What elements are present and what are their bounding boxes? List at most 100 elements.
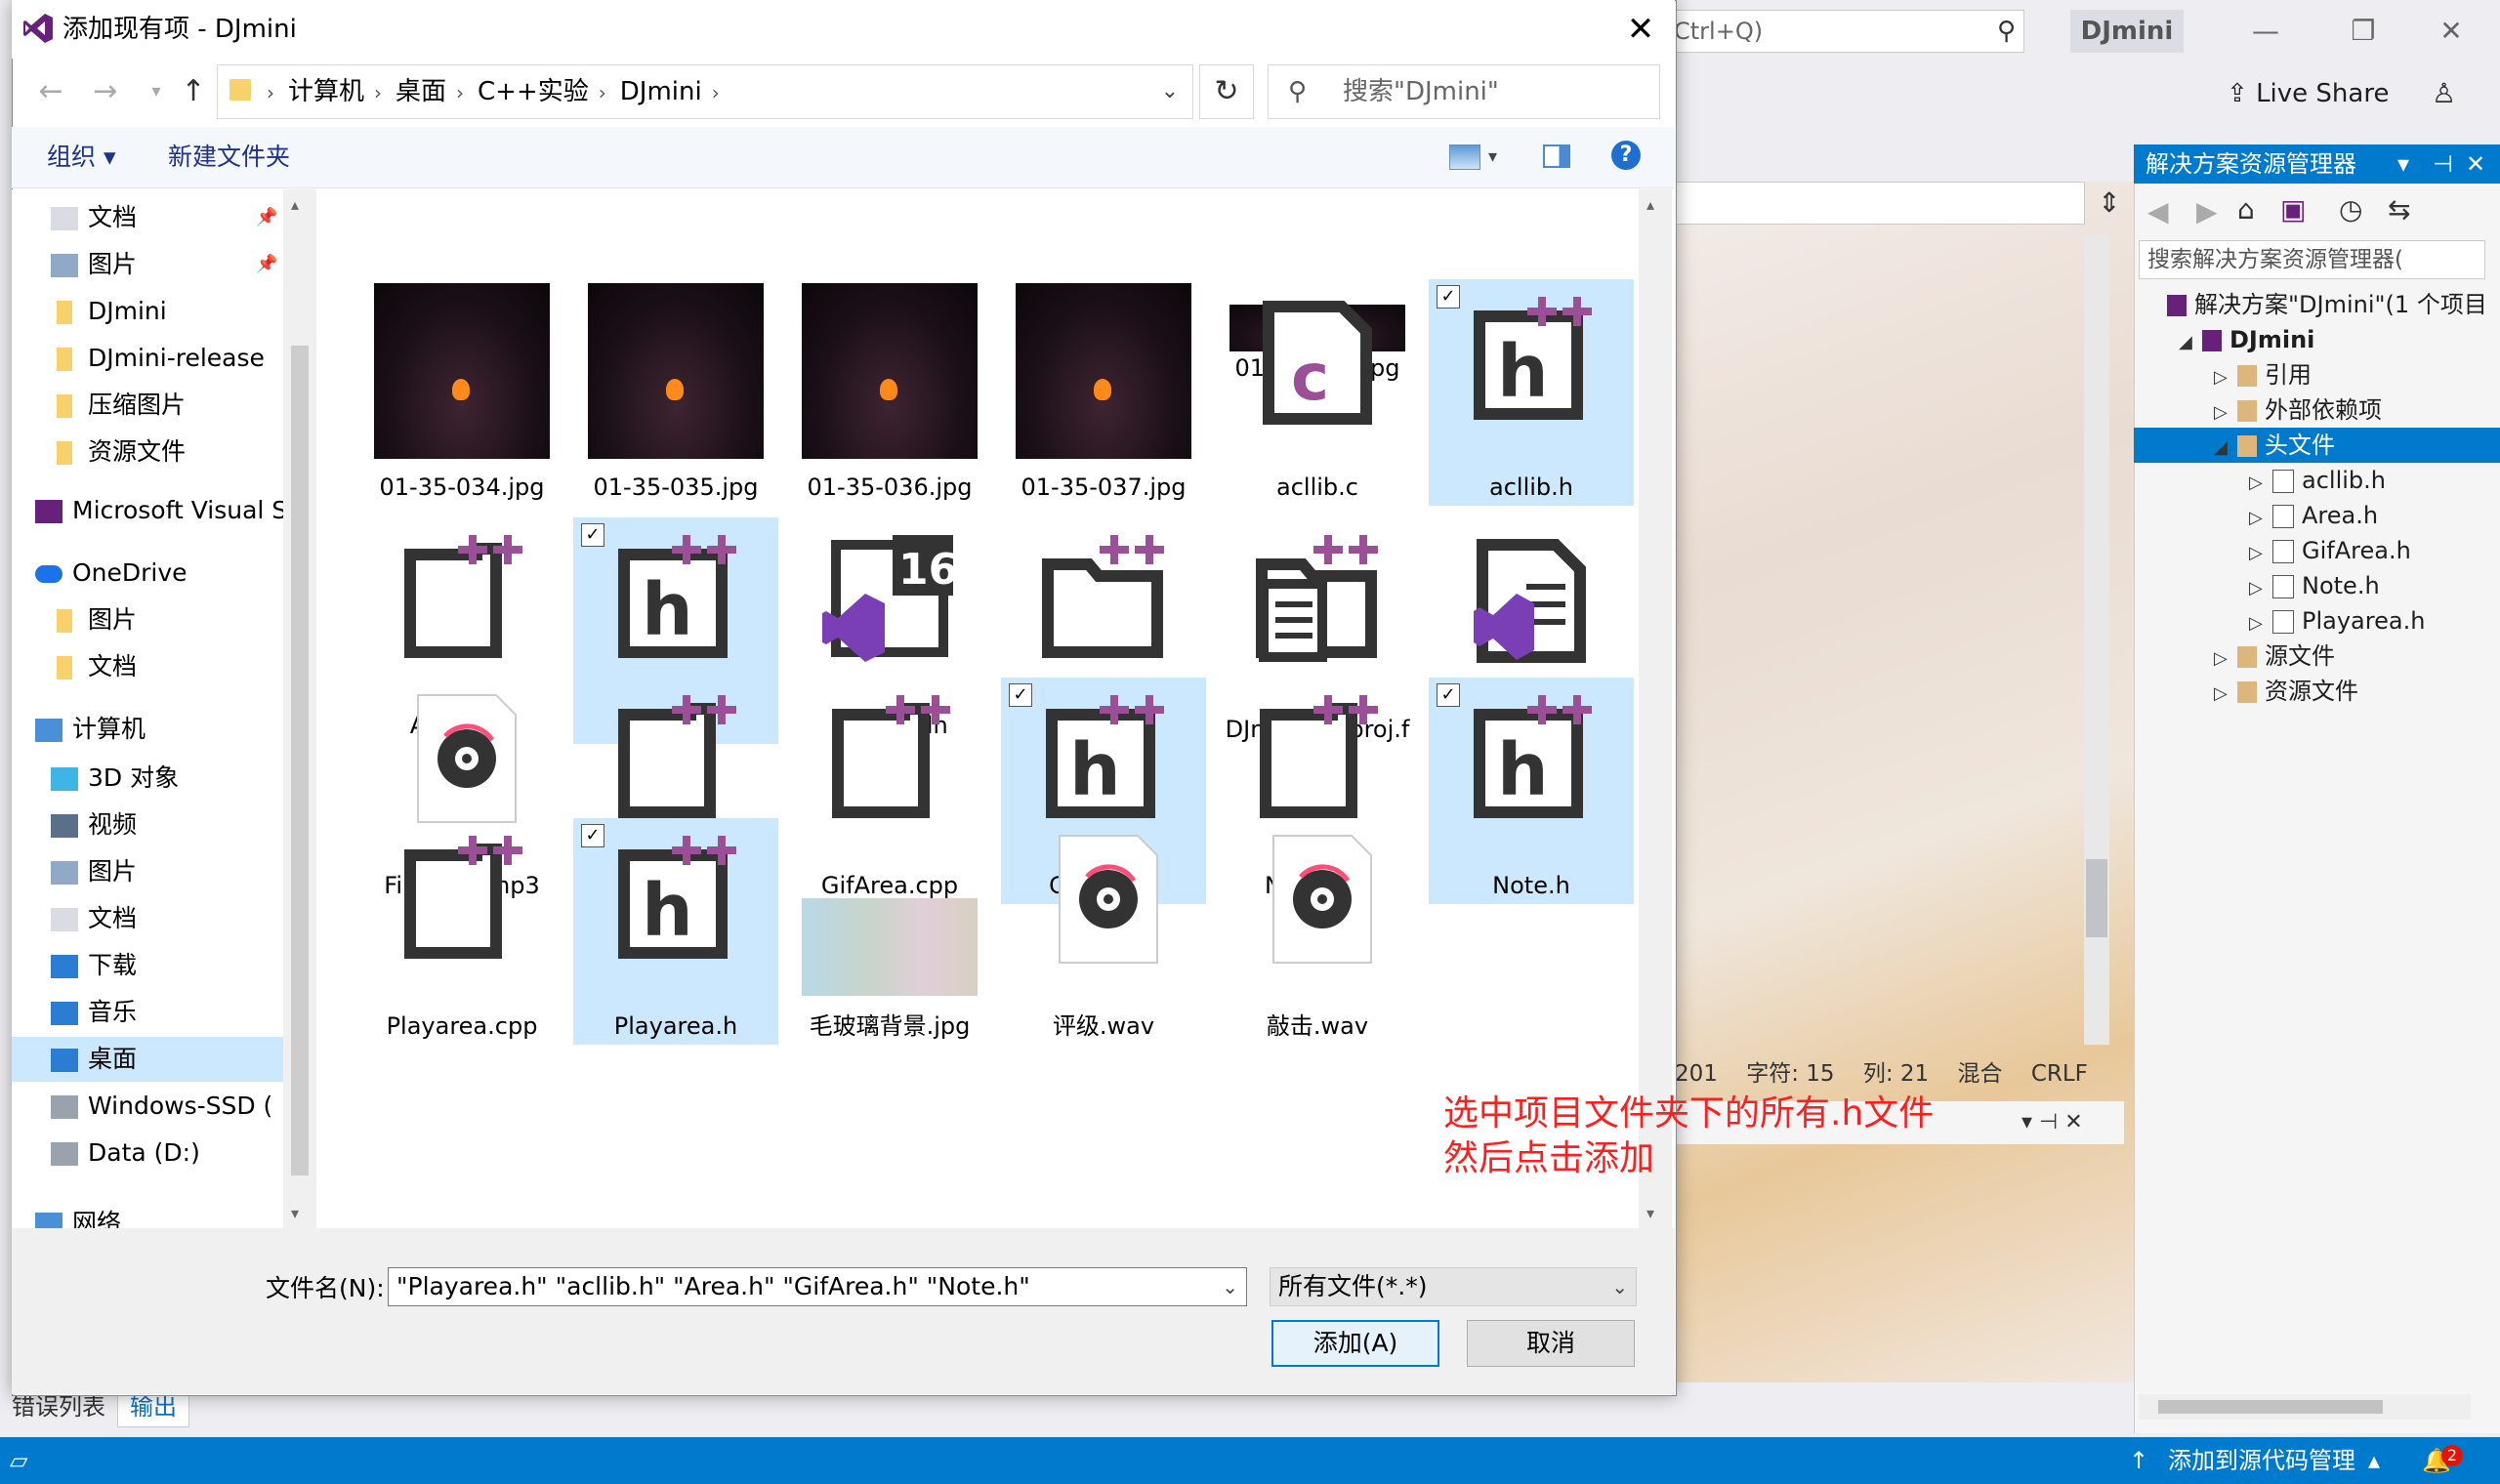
breadcrumb-item[interactable]: C++实验 <box>478 77 589 106</box>
collapsed-arrow-icon[interactable]: ▷ <box>2249 501 2272 536</box>
file-list-scrollbar[interactable]: ▴ ▾ <box>1639 189 1672 1228</box>
scroll-thumb[interactable] <box>2158 1400 2383 1414</box>
switch-views-icon[interactable]: ▣ <box>2280 193 2306 226</box>
chevron-down-icon[interactable]: ⌄ <box>1222 1268 1238 1305</box>
nav-item[interactable]: 音乐 <box>12 990 295 1035</box>
recent-locations-icon[interactable]: ▾ <box>139 68 174 115</box>
file-tile[interactable]: Playarea.cpp <box>359 818 564 1045</box>
breadcrumb-separator-icon[interactable]: › <box>712 81 720 104</box>
organize-menu[interactable]: 组织 ▾ <box>47 127 116 187</box>
home-icon[interactable]: ⌂ <box>2237 193 2255 226</box>
file-tile[interactable]: h ✓ Playarea.h <box>573 818 778 1045</box>
file-tile[interactable]: c acllib.c <box>1215 279 1420 506</box>
pin-icon[interactable]: 📌 <box>256 242 277 287</box>
tree-item[interactable]: ▷ 源文件 <box>2134 639 2500 674</box>
nav-item[interactable]: 资源文件 <box>12 430 295 474</box>
selection-checkbox[interactable]: ✓ <box>581 523 604 547</box>
view-options-chevron-icon[interactable]: ▾ <box>1488 127 1497 187</box>
nav-item[interactable]: 3D 对象 <box>12 756 295 801</box>
address-bar[interactable]: › 计算机 › 桌面 › C++实验 › DJmini › ⌄ <box>217 64 1193 119</box>
file-tile[interactable]: h ✓ Note.h <box>1429 678 1634 904</box>
nav-item[interactable]: 下载 <box>12 943 295 988</box>
collapsed-arrow-icon[interactable]: ▷ <box>2214 641 2237 677</box>
ide-search-box[interactable]: Ctrl+Q) ⚲ <box>1665 10 2024 53</box>
breadcrumb-separator-icon[interactable]: › <box>599 81 606 104</box>
panel-controls[interactable]: ▾ ⊣ ✕ <box>2021 1105 2139 1140</box>
filename-input[interactable]: "Playarea.h" "acllib.h" "Area.h" "GifAre… <box>388 1267 1247 1306</box>
nav-item[interactable]: Data (D:) <box>12 1131 295 1175</box>
split-editor-icon[interactable]: ⇕ <box>2090 182 2129 225</box>
back-arrow-icon[interactable]: ← <box>33 68 68 115</box>
up-arrow-icon[interactable]: ↑ <box>176 68 211 115</box>
nav-item[interactable]: 图片 <box>12 849 295 894</box>
collapsed-arrow-icon[interactable]: ▷ <box>2214 395 2237 431</box>
selection-checkbox[interactable]: ✓ <box>1009 683 1032 707</box>
collapsed-arrow-icon[interactable]: ▷ <box>2249 466 2272 501</box>
scroll-down-icon[interactable]: ▾ <box>291 1204 299 1222</box>
forward-arrow-icon[interactable]: → <box>88 68 123 115</box>
file-tile[interactable]: 毛玻璃背景.jpg <box>787 818 992 1045</box>
tree-item[interactable]: ▷ Note.h <box>2134 568 2500 603</box>
collapsed-arrow-icon[interactable]: ▷ <box>2214 677 2237 712</box>
sync-icon[interactable]: ⇆ <box>2388 193 2410 226</box>
file-tile[interactable]: 01-35-035.jpg <box>573 279 778 506</box>
solution-explorer-hscroll[interactable] <box>2139 1394 2471 1420</box>
breadcrumb-item[interactable]: 桌面 <box>396 77 446 106</box>
scroll-thumb[interactable] <box>291 346 309 1175</box>
expanded-arrow-icon[interactable]: ◢ <box>2214 431 2237 466</box>
add-button[interactable]: 添加(A) <box>1271 1320 1439 1367</box>
file-tile[interactable]: 敲击.wav <box>1215 818 1420 1045</box>
folder-search-input[interactable]: ⚲ 搜索"DJmini" <box>1268 64 1660 119</box>
dialog-close-button[interactable]: ✕ <box>1611 0 1670 59</box>
nav-item[interactable]: 文档 📌 <box>12 195 295 240</box>
close-icon[interactable]: ✕ <box>2466 144 2485 184</box>
scroll-up-icon[interactable]: ▴ <box>1646 195 1654 214</box>
nav-item[interactable]: 桌面 <box>12 1037 295 1082</box>
collapsed-arrow-icon[interactable]: ▷ <box>2249 571 2272 606</box>
nav-item[interactable]: 图片 <box>12 598 295 642</box>
refresh-button[interactable]: ↻ <box>1199 64 1254 119</box>
file-tile[interactable]: h ✓ acllib.h <box>1429 279 1634 506</box>
collapsed-arrow-icon[interactable]: ▷ <box>2214 360 2237 395</box>
nav-item[interactable]: OneDrive <box>12 551 295 596</box>
history-icon[interactable]: ◷ <box>2339 193 2362 226</box>
collapsed-arrow-icon[interactable]: ▷ <box>2249 536 2272 571</box>
forward-icon[interactable]: ▶ <box>2196 195 2218 227</box>
breadcrumb-item[interactable]: DJmini <box>620 77 702 106</box>
editor-scroll-thumb[interactable] <box>2086 859 2107 937</box>
filetype-select[interactable]: 所有文件(*.*) ⌄ <box>1270 1267 1637 1306</box>
tree-item[interactable]: ▷ GifArea.h <box>2134 533 2500 568</box>
breadcrumb-separator-icon[interactable]: › <box>374 81 382 104</box>
collapsed-arrow-icon[interactable]: ▷ <box>2249 606 2272 641</box>
nav-item[interactable]: 图片 📌 <box>12 242 295 287</box>
close-icon[interactable]: ✕ <box>2422 10 2480 53</box>
tree-item[interactable]: ▷ Playarea.h <box>2134 603 2500 639</box>
nav-item[interactable]: Windows-SSD ( <box>12 1084 295 1129</box>
editor-navigation-dropdown[interactable] <box>1675 182 2085 225</box>
chevron-down-icon[interactable]: ▾ <box>2397 144 2409 184</box>
nav-item[interactable]: Microsoft Visual S <box>12 488 295 533</box>
pin-icon[interactable]: 📌 <box>256 195 277 240</box>
back-icon[interactable]: ◀ <box>2147 195 2169 227</box>
breadcrumb-separator-icon[interactable]: › <box>456 81 464 104</box>
minimize-icon[interactable]: — <box>2236 10 2295 53</box>
nav-item[interactable]: 压缩图片 <box>12 383 295 428</box>
solution-search-input[interactable]: 搜索解决方案资源管理器( <box>2139 240 2485 279</box>
tree-item[interactable]: ▷ Area.h <box>2134 498 2500 533</box>
tree-item[interactable]: 解决方案"DJmini"(1 个项目 <box>2134 287 2500 322</box>
selection-checkbox[interactable]: ✓ <box>581 824 604 847</box>
cancel-button[interactable]: 取消 <box>1467 1320 1635 1367</box>
file-tile[interactable]: 评级.wav <box>1001 818 1206 1045</box>
help-icon[interactable]: ? <box>1611 141 1641 170</box>
nav-item[interactable]: DJmini-release <box>12 336 295 381</box>
file-tile[interactable]: 01-35-036.jpg <box>787 279 992 506</box>
scroll-down-icon[interactable]: ▾ <box>1646 1204 1654 1222</box>
file-tile[interactable]: 01-35-034.jpg <box>359 279 564 506</box>
tree-item[interactable]: ◢ DJmini <box>2134 322 2500 357</box>
breadcrumb-item[interactable]: 计算机 <box>288 77 364 106</box>
tree-item[interactable]: ▷ 资源文件 <box>2134 674 2500 709</box>
nav-item[interactable]: 视频 <box>12 803 295 847</box>
nav-item[interactable]: 文档 <box>12 644 295 689</box>
file-tile[interactable]: 01-35-037.jpg <box>1001 279 1206 506</box>
feedback-icon[interactable]: ♙ <box>2432 72 2471 115</box>
